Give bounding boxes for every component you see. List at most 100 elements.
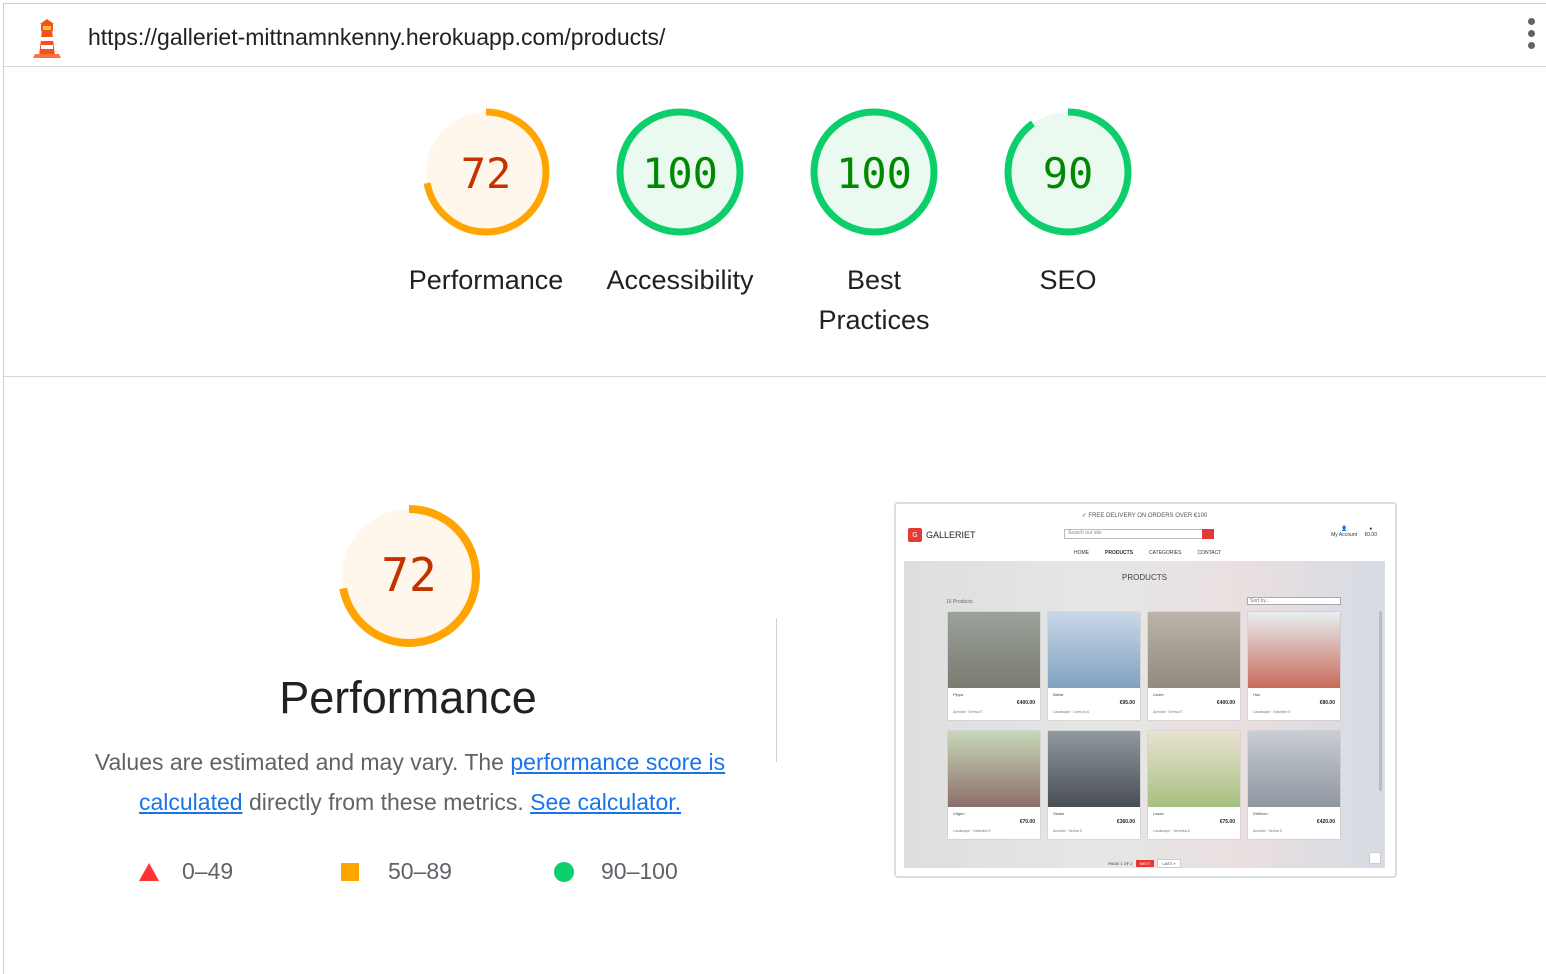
circle-icon	[554, 862, 574, 882]
triangle-icon	[139, 863, 159, 881]
legend-pass: 90–100	[553, 858, 678, 885]
bag-link: ● €0.00	[1364, 526, 1377, 538]
product-meta: Landscape · Kidseline E	[1253, 710, 1291, 714]
product-name: Bärlar	[1053, 692, 1064, 697]
more-menu-icon[interactable]	[1524, 18, 1538, 58]
gauge-label: Accessibility	[606, 265, 754, 295]
product-image	[948, 612, 1040, 688]
product-name: Hus	[1253, 692, 1261, 697]
last-button: LAST »	[1157, 859, 1181, 868]
nav-contact: CONTACT	[1197, 550, 1222, 556]
performance-score: 72	[381, 548, 436, 602]
product-name: Vägen	[953, 811, 965, 816]
gauge-accessibility[interactable]: 100 Accessibility	[590, 104, 770, 300]
product-name: Pippa	[953, 692, 964, 697]
account-label: My Account	[1331, 532, 1357, 538]
brand-logo-icon: G	[908, 528, 922, 542]
square-icon	[341, 863, 359, 881]
product-image	[1048, 612, 1140, 688]
product-image	[948, 731, 1040, 807]
product-meta: Landscape · Kidseline E	[953, 829, 991, 833]
product-image	[1048, 731, 1140, 807]
final-screenshot[interactable]: ✓ FREE DELIVERY ON ORDERS OVER €100 G GA…	[894, 502, 1397, 878]
brand-name: GALLERIET	[926, 530, 976, 540]
gauge-score: 72	[461, 149, 512, 198]
product-meta: Animals · Serina E	[1053, 829, 1082, 833]
page-url: https://galleriet-mittnamnkenny.herokuap…	[88, 24, 666, 50]
scrollbar	[1379, 611, 1382, 791]
product-image	[1148, 612, 1240, 688]
product-image	[1248, 731, 1340, 807]
delivery-banner: ✓ FREE DELIVERY ON ORDERS OVER €100	[1081, 513, 1208, 519]
product-name: Lasse	[1153, 811, 1164, 816]
search-icon	[1202, 529, 1214, 539]
description-text-2: directly from these metrics.	[242, 789, 531, 815]
legend-range: 0–49	[182, 858, 234, 884]
gauge-label: Performance	[408, 265, 564, 295]
products-title: PRODUCTS	[1122, 573, 1167, 582]
legend-range: 90–100	[601, 858, 678, 884]
product-price: €420.00	[1316, 819, 1335, 825]
product-price: €75.00	[1219, 819, 1235, 825]
nav-home: HOME	[1074, 550, 1089, 556]
pagination: PAGE 1 OF 2 NEXT LAST »	[904, 859, 1385, 868]
see-calculator-link[interactable]: See calculator.	[530, 789, 681, 815]
score-gauges: 72 Performance 100 Accessibility 100 Best Pra…	[0, 104, 1546, 354]
gauge-best-practices[interactable]: 100 Best Practices	[784, 104, 964, 340]
product-card: Under €400.00 Animals · Serina E	[1148, 612, 1240, 720]
account-link: 👤 My Account	[1331, 526, 1357, 538]
gauge-score: 100	[642, 149, 718, 198]
product-meta: Animals · Serina E	[953, 710, 982, 714]
nav-products: PRODUCTS	[1105, 550, 1134, 556]
gauge-score: 100	[836, 149, 912, 198]
product-meta: Landscape · Lorenzo A	[1053, 710, 1089, 714]
section-divider	[4, 376, 1546, 377]
performance-gauge[interactable]: 72	[333, 500, 485, 657]
product-card: Skatar €360.00 Animals · Serina E	[1048, 731, 1140, 839]
product-name: Skatar	[1053, 811, 1065, 816]
gauge-seo[interactable]: 90 SEO	[978, 104, 1158, 300]
product-price: €95.00	[1119, 700, 1135, 706]
product-card: Vägen €70.00 Landscape · Kidseline E	[948, 731, 1040, 839]
gauge-label: SEO	[1039, 265, 1097, 295]
lighthouse-icon	[33, 19, 61, 58]
performance-title: Performance	[279, 672, 537, 723]
product-card: Bärlar €95.00 Landscape · Lorenzo A	[1048, 612, 1140, 720]
site-brand: G GALLERIET	[908, 528, 976, 542]
product-price: €400.00	[1016, 700, 1035, 706]
product-image	[1148, 731, 1240, 807]
legend-range: 50–89	[388, 858, 452, 884]
nav-categories: CATEGORIES	[1149, 550, 1182, 556]
product-meta: Animals · Serina E	[1153, 710, 1182, 714]
performance-description: Values are estimated and may vary. The p…	[80, 742, 740, 822]
gauge-label: Best Practices	[818, 265, 930, 335]
next-button: NEXT	[1135, 860, 1155, 867]
search-placeholder: Search our site	[1068, 530, 1102, 536]
gauge-performance[interactable]: 72 Performance	[396, 104, 576, 300]
back-to-top-icon	[1369, 852, 1381, 864]
description-text: Values are estimated and may vary. The	[94, 749, 511, 775]
sort-select: Sort by...	[1247, 597, 1341, 605]
site-search-input: Search our site	[1064, 529, 1214, 539]
product-card: Pippa €400.00 Animals · Serina E	[948, 612, 1040, 720]
legend-average: 50–89	[340, 858, 452, 885]
product-price: €70.00	[1019, 819, 1035, 825]
page-info: PAGE 1 OF 2	[1108, 861, 1133, 866]
products-area: PRODUCTS 16 Products Sort by... Pippa €40…	[904, 561, 1385, 868]
product-count: 16 Products	[946, 599, 973, 605]
site-nav: HOME PRODUCTS CATEGORIES CONTACT	[1074, 550, 1221, 556]
product-card: Delfinen €420.00 Animals · Serina E	[1248, 731, 1340, 839]
legend-fail: 0–49	[138, 858, 233, 885]
product-name: Under	[1153, 692, 1164, 697]
product-price: €80.00	[1319, 700, 1335, 706]
product-meta: Landscape · Veronika A	[1153, 829, 1190, 833]
product-image	[1248, 612, 1340, 688]
report-topbar: https://galleriet-mittnamnkenny.herokuap…	[4, 4, 1546, 67]
product-card: Lasse €75.00 Landscape · Veronika A	[1148, 731, 1240, 839]
bag-total: €0.00	[1364, 532, 1377, 538]
gauge-score: 90	[1043, 149, 1094, 198]
product-price: €400.00	[1216, 700, 1235, 706]
product-meta: Animals · Serina E	[1253, 829, 1282, 833]
product-price: €360.00	[1116, 819, 1135, 825]
product-name: Delfinen	[1253, 811, 1268, 816]
